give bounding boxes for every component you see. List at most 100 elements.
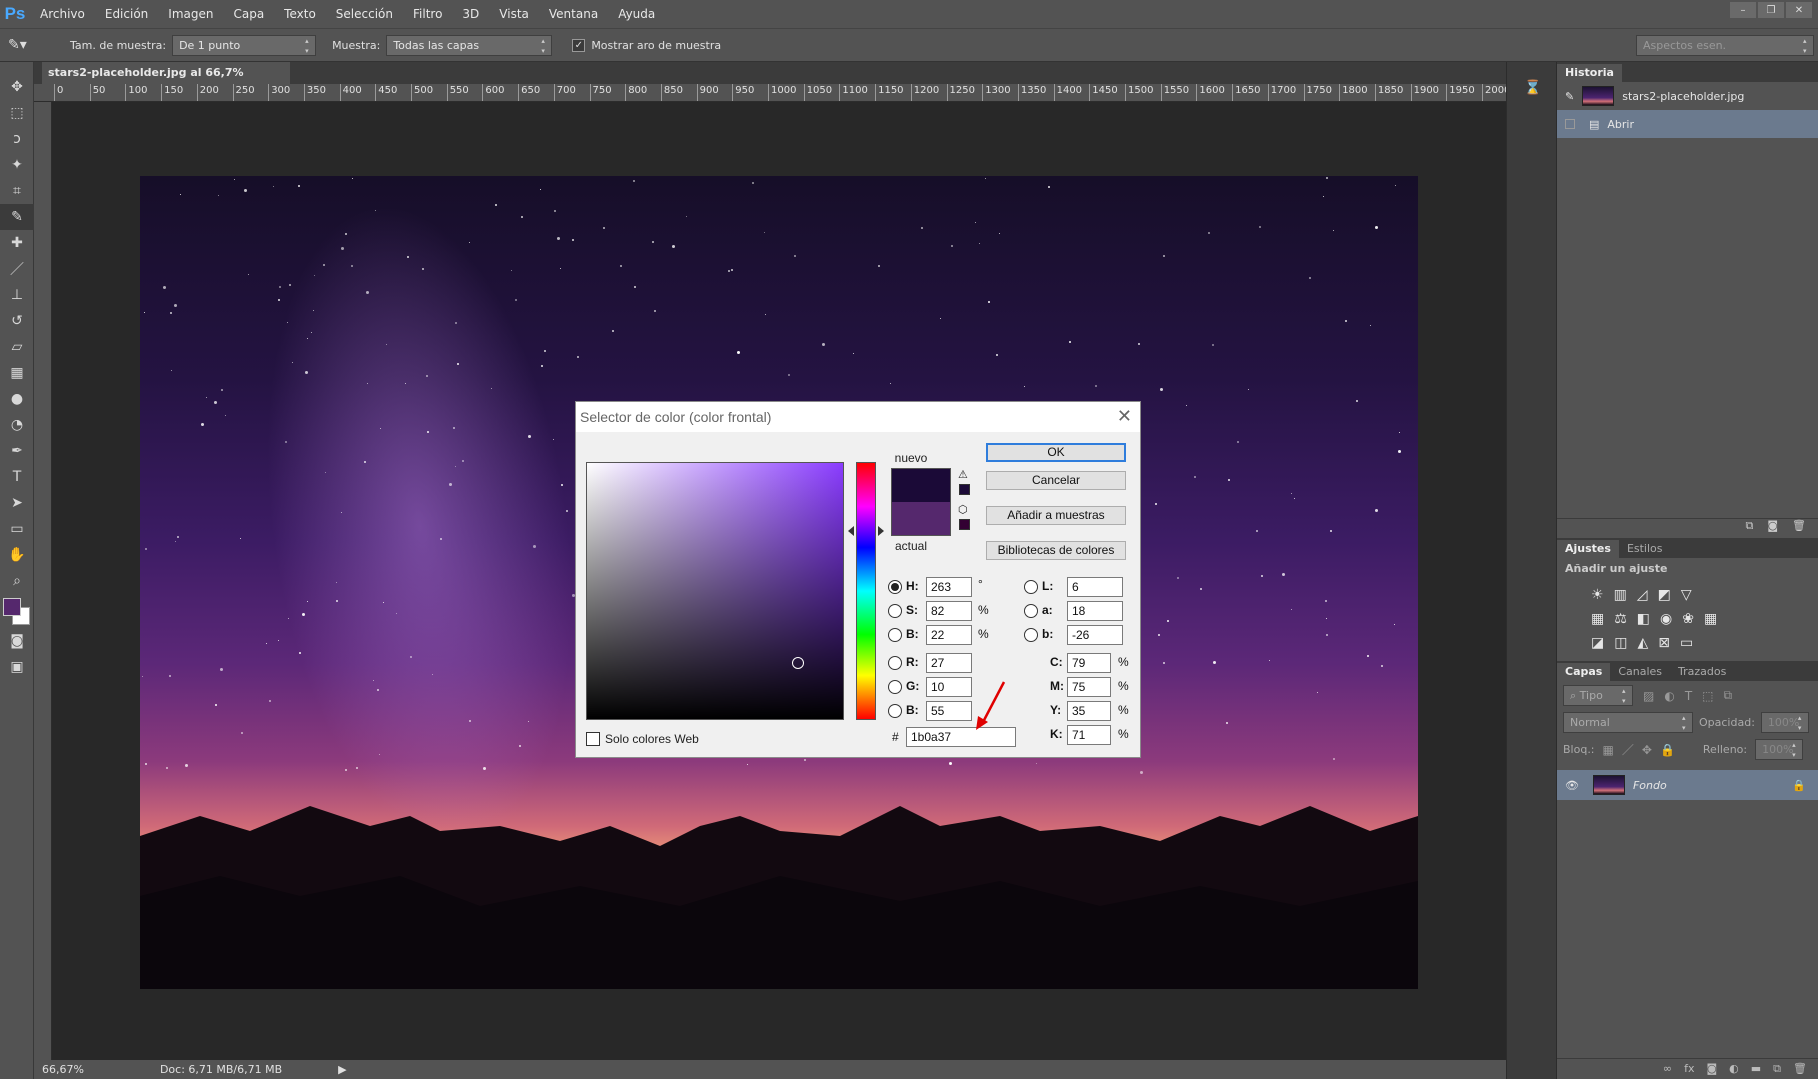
blue-field[interactable]: 55 bbox=[926, 701, 972, 721]
show-ring-checkbox[interactable]: ✓ bbox=[572, 38, 586, 52]
hue-radio[interactable] bbox=[888, 580, 902, 594]
menu-archivo[interactable]: Archivo bbox=[30, 0, 95, 28]
screen-mode-icon[interactable]: ▣ bbox=[0, 654, 34, 680]
new-document-from-state-icon[interactable]: ⧉ bbox=[1745, 519, 1753, 536]
menu-seleccion[interactable]: Selección bbox=[326, 0, 403, 28]
delete-layer-icon[interactable]: 🗑 bbox=[1793, 1062, 1807, 1075]
dialog-close-icon[interactable]: ✕ bbox=[1117, 406, 1132, 427]
blend-mode-select[interactable]: Normal bbox=[1563, 712, 1693, 733]
saturation-field[interactable]: 82 bbox=[926, 601, 972, 621]
visibility-eye-icon[interactable]: 👁 bbox=[1565, 779, 1579, 792]
hue-slider-left-arrow-icon[interactable] bbox=[848, 526, 854, 536]
hue-slider[interactable] bbox=[856, 462, 876, 720]
yellow-field[interactable]: 35 bbox=[1067, 701, 1111, 721]
menu-texto[interactable]: Texto bbox=[274, 0, 326, 28]
zoom-tool-icon[interactable]: ⌕ bbox=[0, 568, 34, 594]
sample-select[interactable]: Todas las capas bbox=[386, 34, 553, 56]
brightness-radio[interactable] bbox=[888, 628, 902, 642]
red-field[interactable]: 27 bbox=[926, 653, 972, 673]
menu-capa[interactable]: Capa bbox=[223, 0, 274, 28]
web-safe-swatch[interactable] bbox=[959, 519, 970, 530]
history-brush-source-icon[interactable]: ✎ bbox=[1565, 90, 1574, 103]
history-panel-icon[interactable]: ⌛ bbox=[1524, 80, 1556, 96]
gradient-tool-icon[interactable]: ▦ bbox=[0, 360, 34, 386]
cyan-field[interactable]: 79 bbox=[1067, 653, 1111, 673]
filter-shape-icon[interactable]: ⬚ bbox=[1702, 689, 1713, 703]
layer-row-fondo[interactable]: 👁 Fondo 🔒 bbox=[1557, 770, 1818, 800]
path-selection-tool-icon[interactable]: ➤ bbox=[0, 490, 34, 516]
lock-position-icon[interactable]: ✥ bbox=[1642, 743, 1652, 757]
b-channel-radio[interactable] bbox=[1024, 628, 1038, 642]
lightness-radio[interactable] bbox=[1024, 580, 1038, 594]
channel-mixer-icon[interactable]: ❀ bbox=[1682, 611, 1694, 627]
black-white-icon[interactable]: ◧ bbox=[1637, 611, 1650, 627]
shape-tool-icon[interactable]: ▭ bbox=[0, 516, 34, 542]
invert-icon[interactable]: ◪ bbox=[1591, 635, 1604, 651]
new-snapshot-icon[interactable]: ◙ bbox=[1767, 519, 1778, 536]
filter-smart-object-icon[interactable]: ⧉ bbox=[1724, 688, 1733, 703]
lock-all-icon[interactable]: 🔒 bbox=[1660, 743, 1675, 757]
zoom-level[interactable]: 66,67% bbox=[42, 1063, 84, 1076]
color-lookup-icon[interactable]: ▦ bbox=[1704, 611, 1717, 627]
menu-ventana[interactable]: Ventana bbox=[539, 0, 608, 28]
crop-tool-icon[interactable]: ⌗ bbox=[0, 178, 34, 204]
magic-wand-tool-icon[interactable]: ✦ bbox=[0, 152, 34, 178]
menu-vista[interactable]: Vista bbox=[489, 0, 539, 28]
add-mask-icon[interactable]: ◙ bbox=[1706, 1062, 1717, 1075]
curves-icon[interactable]: ◿ bbox=[1637, 587, 1648, 603]
web-safe-warning-icon[interactable]: ⬡ bbox=[958, 503, 968, 516]
pen-tool-icon[interactable]: ✒ bbox=[0, 438, 34, 464]
menu-imagen[interactable]: Imagen bbox=[158, 0, 223, 28]
add-to-swatches-button[interactable]: Añadir a muestras bbox=[986, 506, 1126, 525]
blue-radio[interactable] bbox=[888, 704, 902, 718]
saturation-brightness-field[interactable] bbox=[586, 462, 844, 720]
tab-adjustments[interactable]: Ajustes bbox=[1557, 540, 1619, 558]
quick-mask-icon[interactable]: ◙ bbox=[0, 628, 34, 654]
cancel-button[interactable]: Cancelar bbox=[986, 471, 1126, 490]
hue-saturation-icon[interactable]: ▦ bbox=[1591, 611, 1604, 627]
trash-icon[interactable]: 🗑 bbox=[1792, 519, 1806, 536]
a-channel-field[interactable]: 18 bbox=[1067, 601, 1123, 621]
blur-tool-icon[interactable]: ● bbox=[0, 386, 34, 412]
eraser-tool-icon[interactable]: ▱ bbox=[0, 334, 34, 360]
layer-name[interactable]: Fondo bbox=[1633, 779, 1667, 792]
saturation-radio[interactable] bbox=[888, 604, 902, 618]
b-channel-field[interactable]: -26 bbox=[1067, 625, 1123, 645]
gamut-swatch[interactable] bbox=[959, 484, 970, 495]
opacity-field[interactable]: 100% bbox=[1760, 712, 1809, 733]
magenta-field[interactable]: 75 bbox=[1067, 677, 1111, 697]
history-step-checkbox[interactable] bbox=[1565, 119, 1575, 129]
color-balance-icon[interactable]: ⚖ bbox=[1614, 611, 1627, 627]
eyedropper-tool-icon[interactable]: ✎ bbox=[0, 204, 34, 230]
hue-field[interactable]: 263 bbox=[926, 577, 972, 597]
color-libraries-button[interactable]: Bibliotecas de colores bbox=[986, 541, 1126, 560]
document-tab[interactable]: stars2-placeholder.jpg al 66,7% (RGB/8) … bbox=[42, 62, 290, 101]
eyedropper-icon[interactable]: ✎▾ bbox=[8, 37, 36, 53]
sample-size-select[interactable]: De 1 punto bbox=[172, 34, 317, 56]
menu-ayuda[interactable]: Ayuda bbox=[608, 0, 665, 28]
menu-filtro[interactable]: Filtro bbox=[403, 0, 452, 28]
hand-tool-icon[interactable]: ✋ bbox=[0, 542, 34, 568]
a-channel-radio[interactable] bbox=[1024, 604, 1038, 618]
new-layer-icon[interactable]: ⧉ bbox=[1773, 1062, 1781, 1076]
close-icon[interactable]: ✕ bbox=[1786, 2, 1812, 18]
tab-paths[interactable]: Trazados bbox=[1670, 663, 1734, 681]
green-field[interactable]: 10 bbox=[926, 677, 972, 697]
filter-adjustment-icon[interactable]: ◐ bbox=[1664, 689, 1674, 703]
history-brush-tool-icon[interactable]: ↺ bbox=[0, 308, 34, 334]
marquee-tool-icon[interactable]: ⬚ bbox=[0, 100, 34, 126]
vibrance-icon[interactable]: ▽ bbox=[1681, 587, 1692, 603]
lasso-tool-icon[interactable]: ↄ bbox=[0, 126, 34, 152]
filter-type-icon[interactable]: T bbox=[1685, 689, 1692, 703]
threshold-icon[interactable]: ◭ bbox=[1637, 635, 1648, 651]
color-field-cursor[interactable] bbox=[792, 657, 804, 669]
stamp-tool-icon[interactable]: ⊥ bbox=[0, 282, 34, 308]
history-step[interactable]: ▤ Abrir bbox=[1557, 110, 1818, 138]
tab-styles[interactable]: Estilos bbox=[1619, 540, 1671, 558]
dodge-tool-icon[interactable]: ◔ bbox=[0, 412, 34, 438]
layer-filter-select[interactable]: ⌕ Tipo bbox=[1563, 685, 1633, 706]
brightness-field[interactable]: 22 bbox=[926, 625, 972, 645]
tab-history[interactable]: Historia bbox=[1557, 64, 1622, 82]
menu-3d[interactable]: 3D bbox=[452, 0, 489, 28]
lightness-field[interactable]: 6 bbox=[1067, 577, 1123, 597]
